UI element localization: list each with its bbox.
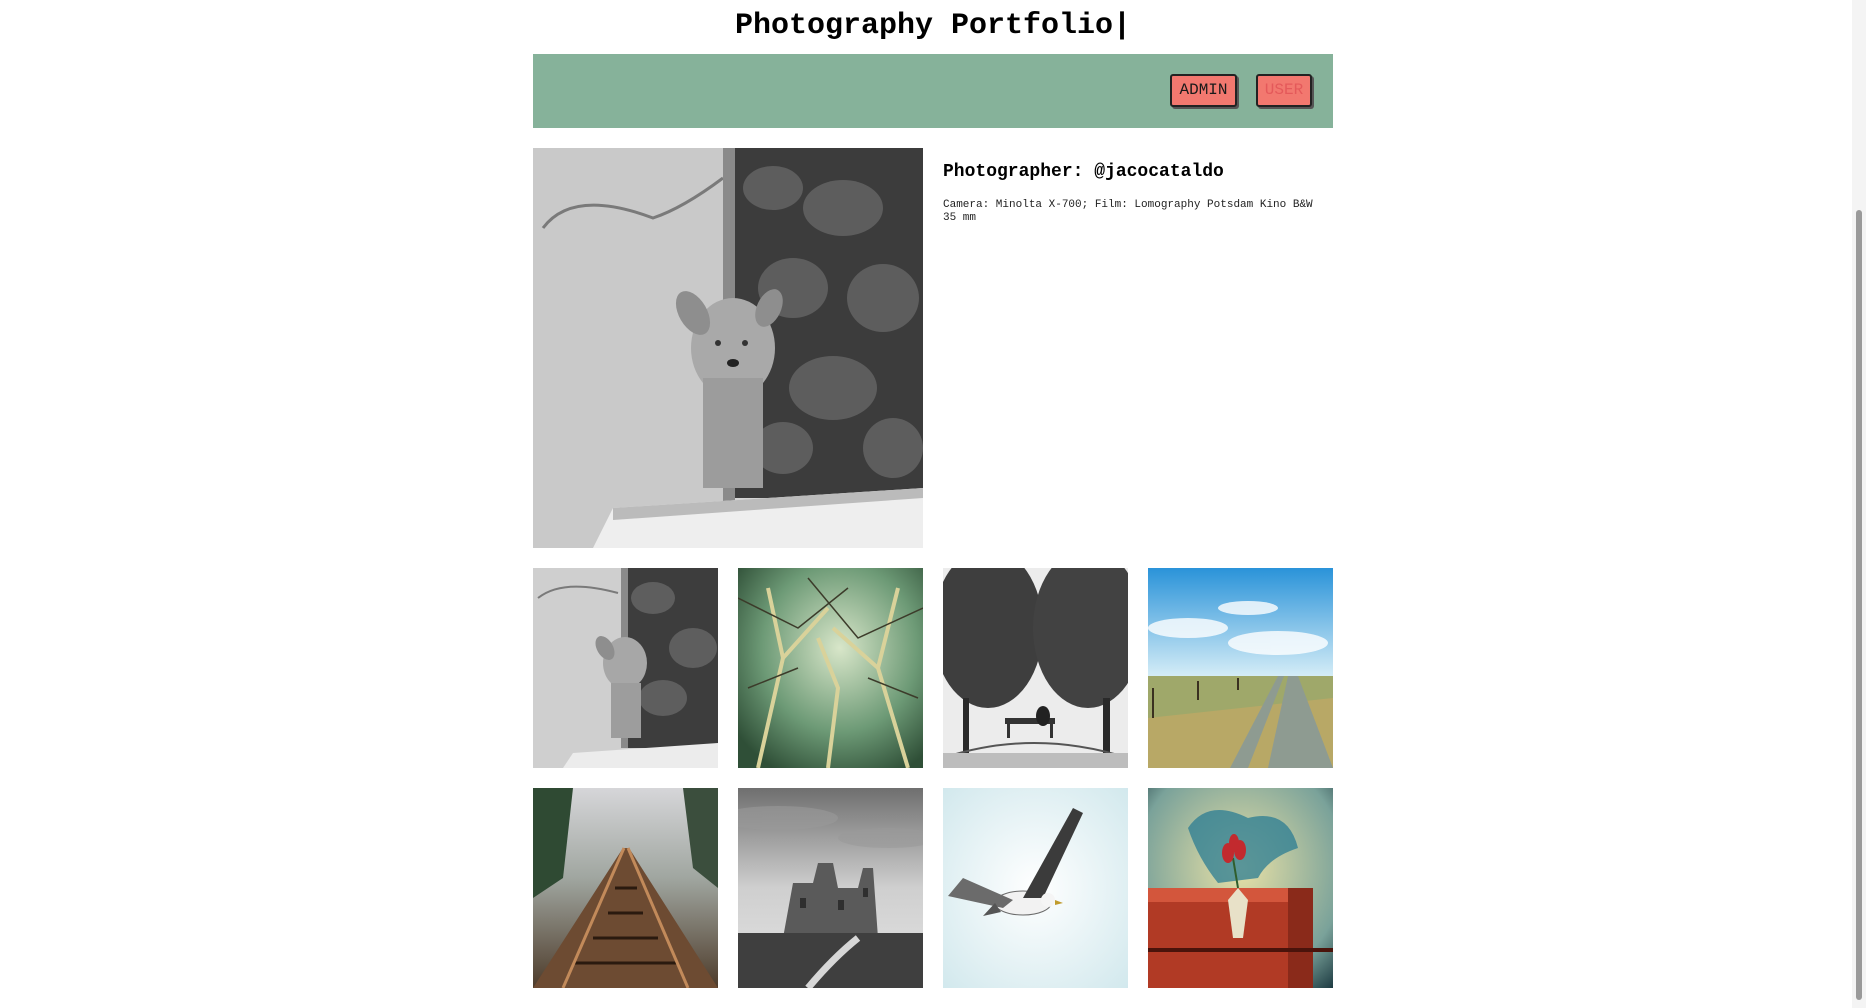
thumbnail-ruined-castle[interactable]: [738, 788, 923, 988]
admin-button[interactable]: ADMIN: [1170, 74, 1237, 107]
thumbnail-vase-flower[interactable]: [1148, 788, 1333, 988]
thumbnail-seagull-flight[interactable]: [943, 788, 1128, 988]
photographer-credit: Photographer: @jacocataldo: [943, 162, 1224, 182]
photo-caption: Camera: Minolta X-700; Film: Lomography …: [943, 199, 1313, 224]
scrollbar-thumb[interactable]: [1856, 210, 1862, 1000]
thumbnail-railway-tracks[interactable]: [533, 788, 718, 988]
thumbnail-bench-trees[interactable]: [943, 568, 1128, 768]
vertical-scrollbar[interactable]: [1852, 0, 1866, 1008]
featured-photo: [533, 148, 923, 548]
navbar: ADMIN USER: [533, 54, 1333, 128]
user-button[interactable]: USER: [1256, 74, 1312, 107]
thumbnail-trees-sky[interactable]: [738, 568, 923, 768]
page-title: Photography Portfolio|: [734, 9, 1132, 43]
thumbnail-field-path[interactable]: [1148, 568, 1333, 768]
thumbnail-dog-window[interactable]: [533, 568, 718, 768]
